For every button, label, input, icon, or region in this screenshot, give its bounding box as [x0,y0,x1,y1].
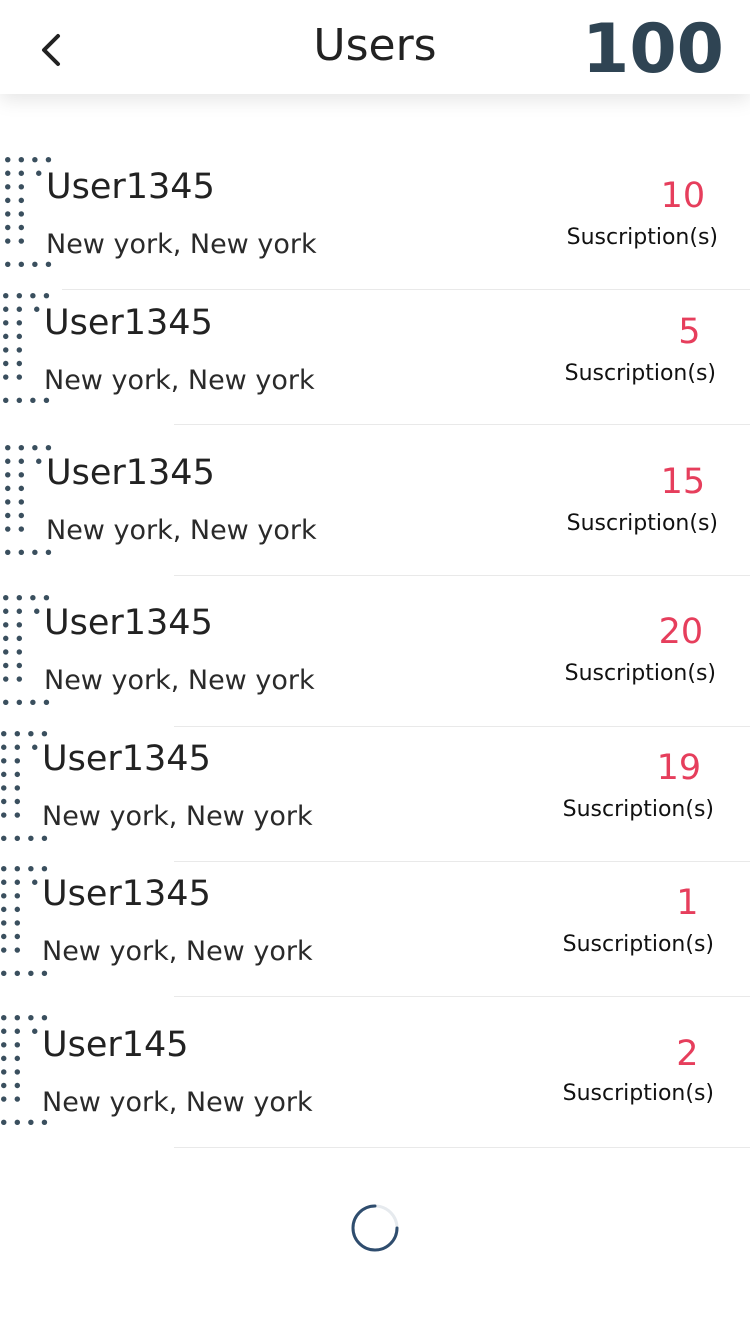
user-list-item[interactable]: User1345 New york, New york 20 Suscription(… [0,590,750,726]
user-location: New york, New york [46,515,317,546]
user-list-item[interactable]: User1345 New york, New york 1 Suscription(s… [0,861,750,997]
user-name: User1345 [42,874,211,914]
app-header: Users 100 [0,0,750,94]
subscription-count: 15 [660,462,706,502]
user-name: User145 [42,1025,189,1065]
subscription-count: 2 [676,1034,699,1074]
subscription-count: 1 [676,883,699,923]
divider [174,424,750,425]
user-list-item[interactable]: User1345 New york, New york 19 Suscription(… [0,726,750,862]
divider [174,996,750,997]
subscription-count: 10 [660,176,706,216]
subscription-label: Suscription(s) [562,1081,714,1106]
subscription-count: 20 [658,612,704,652]
subscription-label: Suscription(s) [562,797,714,822]
chevron-left-icon [42,34,60,66]
user-location: New york, New york [42,1087,313,1118]
subscription-label: Suscription(s) [564,661,716,686]
back-button[interactable] [30,22,78,78]
user-location: New york, New york [46,229,317,260]
user-name: User1345 [46,453,215,493]
user-location: New york, New york [42,936,313,967]
user-location: New york, New york [44,665,315,696]
divider [174,1147,750,1148]
user-list-item[interactable]: User145 New york, New york 2 Suscription(s) [0,1010,750,1146]
user-list-item[interactable]: User1345 New york, New york 5 Suscription(s… [0,288,750,424]
subscription-label: Suscription(s) [566,225,718,250]
spinner-icon [351,1204,399,1252]
user-list-item[interactable]: User1345 New york, New york 15 Suscription(… [0,440,750,576]
divider [174,575,750,576]
subscription-label: Suscription(s) [562,932,714,957]
user-count: 100 [582,10,724,89]
user-name: User1345 [44,603,213,643]
subscription-count: 19 [656,748,702,788]
user-name: User1345 [42,739,211,779]
user-name: User1345 [46,167,215,207]
user-location: New york, New york [42,801,313,832]
subscription-label: Suscription(s) [564,361,716,386]
user-list-item[interactable]: User1345 New york, New york 10 Suscription(… [0,152,750,288]
subscription-label: Suscription(s) [566,511,718,536]
user-name: User1345 [44,303,213,343]
user-location: New york, New york [44,365,315,396]
subscription-count: 5 [678,312,701,352]
